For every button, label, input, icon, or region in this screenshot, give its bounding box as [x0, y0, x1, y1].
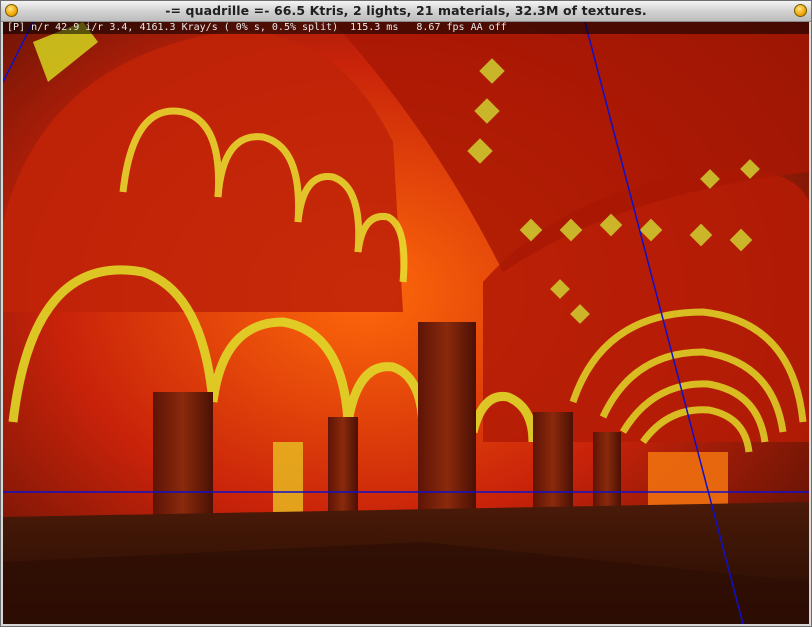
rendered-scene [3, 22, 809, 624]
app-window: -= quadrille =- 66.5 Ktris, 2 lights, 21… [0, 0, 812, 627]
far-opening [648, 452, 728, 512]
hud-stats: [P] n/r 42.9 i/r 3.4, 4161.3 Kray/s ( 0%… [3, 22, 809, 34]
window-close-icon[interactable] [794, 4, 807, 17]
left-opening [273, 442, 303, 517]
window-title: -= quadrille =- 66.5 Ktris, 2 lights, 21… [165, 3, 647, 18]
render-viewport[interactable]: [P] n/r 42.9 i/r 3.4, 4161.3 Kray/s ( 0%… [3, 22, 809, 624]
title-bar[interactable]: -= quadrille =- 66.5 Ktris, 2 lights, 21… [1, 1, 811, 22]
